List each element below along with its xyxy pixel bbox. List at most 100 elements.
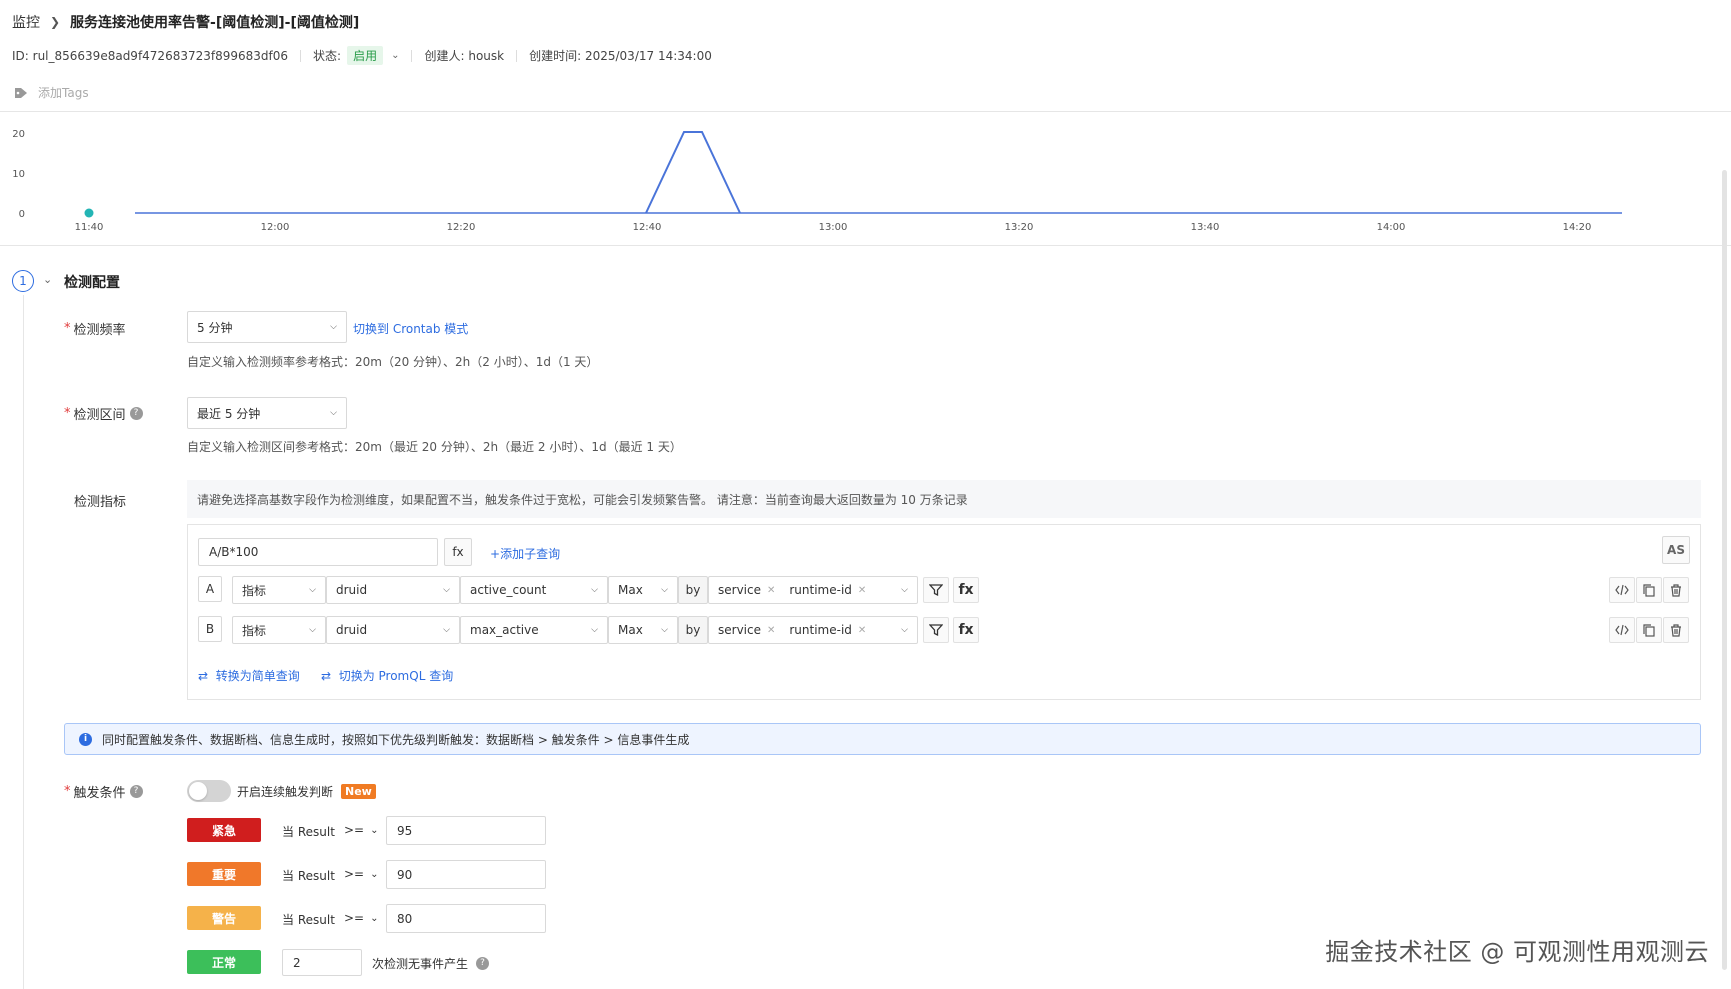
condition-prefix: 当 Result [282,869,335,883]
switch-promql-link[interactable]: ⇄ 切换为 PromQL 查询 [321,667,453,684]
chevron-down-icon[interactable]: ⌄ [391,50,399,61]
breadcrumb-monitor-link[interactable]: 监控 [12,12,40,32]
metrics-label: 检测指标 [74,495,127,510]
code-icon [1615,584,1629,596]
interval-select[interactable]: 最近 5 分钟 ⌵ [187,397,347,429]
threshold-input[interactable]: 95 [386,816,546,845]
close-icon[interactable]: ✕ [767,625,775,636]
chevron-down-icon: ⌄ [370,824,379,836]
close-icon[interactable]: ✕ [767,585,775,596]
level-badge: 重要 [187,862,261,886]
metric-line-chart: 20 10 0 11:40 12:00 12:20 12:40 13:00 13:20 13:4… [12,129,1622,233]
delete-button[interactable] [1663,577,1689,603]
plus-icon: + [490,547,501,561]
normal-count-input[interactable]: 2 [282,949,362,976]
function-button[interactable]: fx [953,617,979,643]
query-letter-b: B [198,616,222,642]
add-subquery-link[interactable]: +添加子查询 [490,545,560,562]
group-by-tags: service ✕ runtime-id ✕ [718,623,880,637]
operator-select[interactable]: >= ⌄ [344,867,379,881]
continuous-trigger-toggle[interactable] [187,780,231,802]
group-by-tags: service ✕ runtime-id ✕ [718,583,880,597]
close-icon[interactable]: ✕ [858,585,866,596]
frequency-select[interactable]: 5 分钟 ⌵ [187,311,347,343]
chevron-down-icon: ⌵ [901,625,908,635]
query-a-group-by-select[interactable]: service ✕ runtime-id ✕ ⌵ [708,576,918,604]
chevron-down-icon: ⌵ [591,585,598,595]
expression-input[interactable]: A/B*100 [198,538,438,566]
rule-meta: ID: rul_856639e8ad9f472683723f899683df06… [12,46,712,65]
convert-simple-query-link[interactable]: ⇄ 转换为简单查询 [198,667,300,684]
by-label: by [678,576,708,604]
as-button[interactable]: AS [1662,536,1690,564]
vertical-scrollbar[interactable] [1722,170,1727,970]
group-tag-service: service ✕ [718,623,776,637]
copy-button[interactable] [1636,617,1662,643]
chevron-down-icon: ⌵ [443,585,450,595]
group-tag-service: service ✕ [718,583,776,597]
y-tick-label: 0 [19,209,25,220]
x-tick-label: 14:00 [1377,222,1406,233]
divider [516,49,518,62]
code-button[interactable] [1609,617,1635,643]
function-button[interactable]: fx [953,577,979,603]
query-a-type-select[interactable]: 指标 ⌵ [232,576,326,604]
close-icon[interactable]: ✕ [858,625,866,636]
operator-select[interactable]: >= ⌄ [344,823,379,837]
level-badge: 警告 [187,906,261,930]
add-tags[interactable]: 添加Tags [14,84,89,101]
query-a-source-select[interactable]: druid ⌵ [326,576,460,604]
help-icon[interactable]: ? [476,957,490,970]
query-a-agg-select[interactable]: Max ⌵ [608,576,678,604]
chevron-down-icon: ⌄ [370,912,379,924]
threshold-input[interactable]: 90 [386,860,546,889]
chevron-down-icon: ⌵ [443,625,450,635]
query-b-type-select[interactable]: 指标 ⌵ [232,616,326,644]
query-a-field-select[interactable]: active_count ⌵ [460,576,608,604]
priority-info-bar: i 同时配置触发条件、数据断档、信息生成时，按照如下优先级判断触发：数据断档 >… [64,723,1701,755]
filter-button[interactable] [923,577,949,603]
expression-fx-button[interactable]: fx [444,538,472,566]
chevron-down-icon: ⌵ [309,585,316,595]
help-icon[interactable]: ? [129,407,143,420]
filter-button[interactable] [923,617,949,643]
query-b-group-by-select[interactable]: service ✕ runtime-id ✕ ⌵ [708,616,918,644]
interval-hint: 自定义输入检测区间参考格式：20m（最近 20 分钟）、2h（最近 2 小时）、… [187,440,682,454]
toggle-knob [189,782,207,800]
chevron-down-icon[interactable]: ⌄ [43,273,52,286]
level-normal-badge: 正常 [187,950,261,974]
interval-label: * 检测区间 ? [64,404,143,423]
chevron-down-icon: ⌵ [330,322,337,332]
y-tick-label: 10 [12,169,25,180]
threshold-input[interactable]: 80 [386,904,546,933]
query-b-field-select[interactable]: max_active ⌵ [460,616,608,644]
creator: 创建人: housk [424,49,505,63]
copy-button[interactable] [1636,577,1662,603]
chevron-right-icon: ❯ [50,15,61,29]
divider [300,49,302,62]
crontab-mode-link[interactable]: 切换到 Crontab 模式 [353,320,468,337]
rule-id: ID: rul_856639e8ad9f472683723f899683df06 [12,48,289,63]
status-badge[interactable]: 启用 [347,46,384,65]
data-point-marker [84,208,94,218]
info-icon: i [79,732,92,746]
code-button[interactable] [1609,577,1635,603]
chevron-down-icon: ⌵ [901,585,908,595]
group-tag-runtime-id: runtime-id ✕ [789,623,867,637]
query-b-source-select[interactable]: druid ⌵ [326,616,460,644]
chevron-down-icon: ⌵ [591,625,598,635]
chevron-down-icon: ⌵ [330,408,337,418]
copy-icon [1643,623,1655,637]
trash-icon [1671,583,1681,597]
swap-icon: ⇄ [321,669,332,683]
delete-button[interactable] [1663,617,1689,643]
code-icon [1615,624,1629,636]
operator-select[interactable]: >= ⌄ [344,911,379,925]
section-title: 检测配置 [64,275,120,291]
x-tick-label: 13:20 [1005,222,1034,233]
status-label: 状态: [313,49,342,63]
help-icon[interactable]: ? [129,785,143,798]
query-b-agg-select[interactable]: Max ⌵ [608,616,678,644]
level-badge: 紧急 [187,818,261,842]
query-builder: A/B*100 fx +添加子查询 AS A 指标 ⌵ druid ⌵ active… [187,524,1701,700]
